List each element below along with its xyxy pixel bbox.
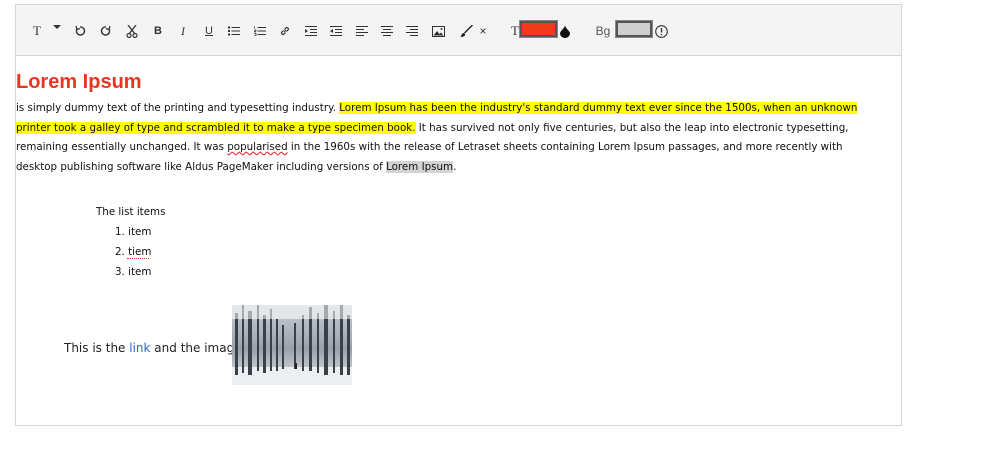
list-item: 1. item [115,226,152,238]
dropdown-caret-icon [53,25,61,29]
align-center-button[interactable] [380,22,394,40]
outdent-button[interactable] [329,22,343,40]
cut-icon [126,24,138,38]
underline-button[interactable]: U [203,22,215,40]
editor-toolbar: T B I U × T Bg [16,5,901,56]
align-center-icon [381,26,393,36]
forest-image-picture [232,305,352,385]
ordered-list-icon [254,26,266,36]
forest-image[interactable] [232,305,352,385]
indent-button[interactable] [304,22,318,40]
brush-button[interactable] [459,22,475,40]
align-right-button[interactable] [405,22,419,40]
bg-color-label: Bg [595,24,611,38]
content-paragraph: is simply dummy text of the printing and… [16,102,858,173]
link-button[interactable] [278,22,292,40]
align-right-icon [406,26,418,36]
image-icon [431,25,445,37]
text-color-swatch[interactable] [519,20,558,38]
content-link[interactable]: link [129,341,150,355]
align-left-icon [356,26,368,36]
cut-button[interactable] [125,22,139,40]
clear-format-icon: × [479,24,487,38]
gray-highlighted-text: Lorem Ipsum [386,160,454,173]
drop-icon [560,24,570,38]
text-color-label: T [511,23,519,38]
heading-dropdown-button[interactable] [52,18,62,36]
underline-icon: U [205,25,213,37]
list-title: The list items [96,206,166,218]
bold-button[interactable]: B [152,22,164,40]
brush-icon [460,24,473,37]
align-left-button[interactable] [355,22,369,40]
heading-button[interactable]: T [31,22,43,40]
misspelled-word: popularised [227,141,288,153]
bg-color-info-button[interactable] [654,22,668,40]
undo-button[interactable] [73,22,87,40]
list-item: 3. item [115,266,152,278]
bg-color-swatch[interactable] [615,20,653,38]
editor-content[interactable]: Lorem Ipsum is simply dummy text of the … [16,70,876,385]
bold-icon: B [154,25,162,37]
indent-icon [305,26,317,36]
redo-button[interactable] [99,22,113,40]
text-color-picker-button[interactable] [559,22,571,40]
spellcheck-underline [127,256,149,259]
ordered-list-button[interactable] [253,22,267,40]
link-icon [280,26,290,36]
insert-image-button[interactable] [430,22,446,40]
link-line: This is the link and the image [64,341,242,355]
outdent-icon [330,26,342,36]
content-title: Lorem Ipsum [16,71,142,93]
clear-format-button[interactable]: × [478,22,488,40]
list-item: 2. tiem [115,242,151,262]
redo-icon [100,25,111,36]
heading-icon: T [33,23,41,38]
italic-button[interactable]: I [178,22,188,40]
unordered-list-button[interactable] [227,22,241,40]
info-icon [654,24,668,38]
undo-icon [75,25,86,36]
unordered-list-icon [228,26,240,36]
italic-icon: I [181,23,185,38]
list-block: The list items 1. item 2. tiem 3. item [96,202,166,278]
